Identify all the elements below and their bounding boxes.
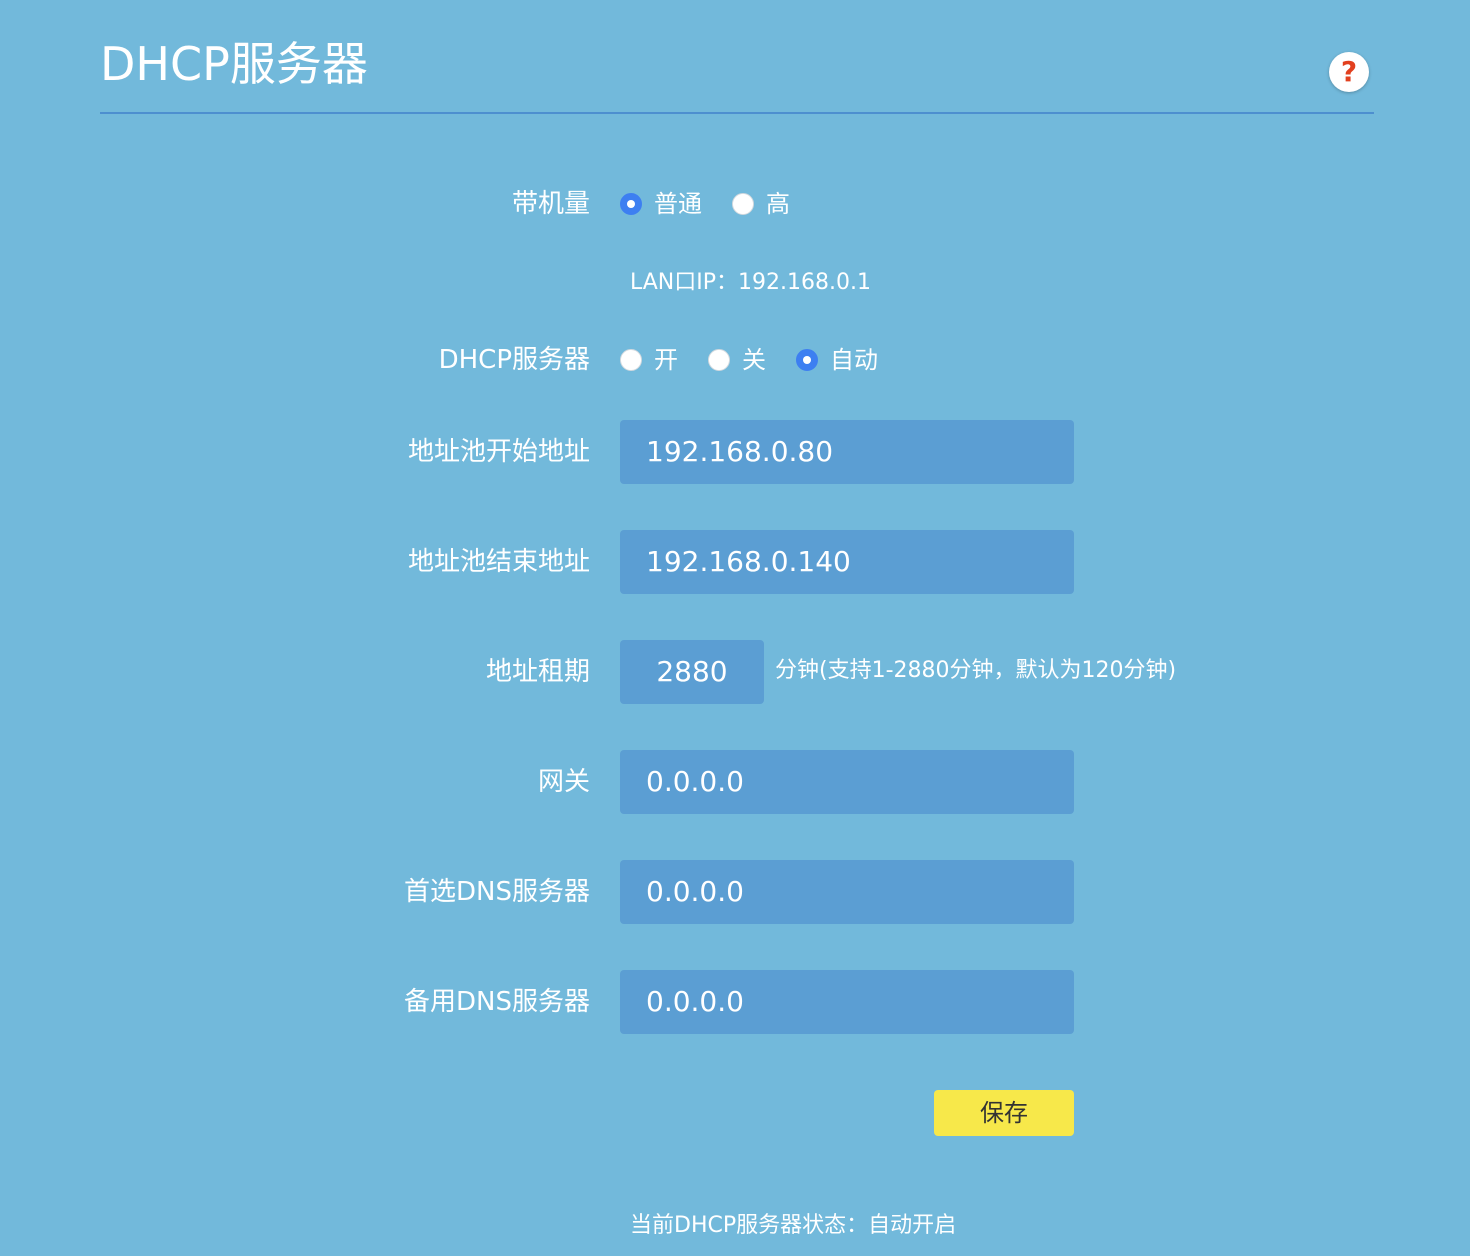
gateway-label: 网关 xyxy=(537,767,590,797)
primary-dns-input[interactable]: 0.0.0.0 xyxy=(620,860,1074,924)
capacity-normal-radio[interactable]: 普通 xyxy=(620,189,702,219)
dhcp-auto-radio[interactable]: 自动 xyxy=(796,345,878,375)
pool-end-label: 地址池结束地址 xyxy=(407,547,590,577)
radio-unselected-icon[interactable] xyxy=(620,349,642,371)
primary-dns-label: 首选DNS服务器 xyxy=(404,877,590,907)
help-glyph: ? xyxy=(1340,55,1358,88)
pool-start-label: 地址池开始地址 xyxy=(407,437,590,467)
dhcp-auto-label: 自动 xyxy=(830,346,878,374)
pool-start-input[interactable]: 192.168.0.80 xyxy=(620,420,1074,484)
dhcp-on-label: 开 xyxy=(654,346,678,374)
capacity-high-label: 高 xyxy=(766,190,790,218)
capacity-label: 带机量 xyxy=(511,189,590,219)
gateway-input[interactable]: 0.0.0.0 xyxy=(620,750,1074,814)
pool-end-input[interactable]: 192.168.0.140 xyxy=(620,530,1074,594)
radio-selected-icon[interactable] xyxy=(620,193,642,215)
dhcp-off-label: 关 xyxy=(742,346,766,374)
dhcp-off-radio[interactable]: 关 xyxy=(708,345,766,375)
dhcp-server-page: DHCP服务器 ? 带机量 普通 高 LAN口IP：192.168.0.1 DH… xyxy=(0,0,1470,1256)
lan-ip-text: LAN口IP：192.168.0.1 xyxy=(630,270,871,295)
dhcp-server-radio-group: 开 关 自动 xyxy=(620,345,878,375)
capacity-normal-label: 普通 xyxy=(654,190,702,218)
lease-input[interactable]: 2880 xyxy=(620,640,764,704)
dhcp-status-text: 当前DHCP服务器状态：自动开启 xyxy=(630,1213,957,1238)
header-divider xyxy=(100,112,1374,114)
capacity-radio-group: 普通 高 xyxy=(620,189,790,219)
radio-unselected-icon[interactable] xyxy=(708,349,730,371)
lease-label: 地址租期 xyxy=(485,657,590,687)
radio-unselected-icon[interactable] xyxy=(732,193,754,215)
save-button[interactable]: 保存 xyxy=(934,1090,1074,1136)
dhcp-on-radio[interactable]: 开 xyxy=(620,345,678,375)
lease-hint: 分钟(支持1-2880分钟，默认为120分钟) xyxy=(775,658,1177,683)
secondary-dns-input[interactable]: 0.0.0.0 xyxy=(620,970,1074,1034)
dhcp-server-label: DHCP服务器 xyxy=(438,345,590,375)
capacity-high-radio[interactable]: 高 xyxy=(732,189,790,219)
question-mark-icon[interactable]: ? xyxy=(1329,52,1369,92)
radio-selected-icon[interactable] xyxy=(796,349,818,371)
page-title: DHCP服务器 xyxy=(100,37,368,91)
secondary-dns-label: 备用DNS服务器 xyxy=(404,987,590,1017)
